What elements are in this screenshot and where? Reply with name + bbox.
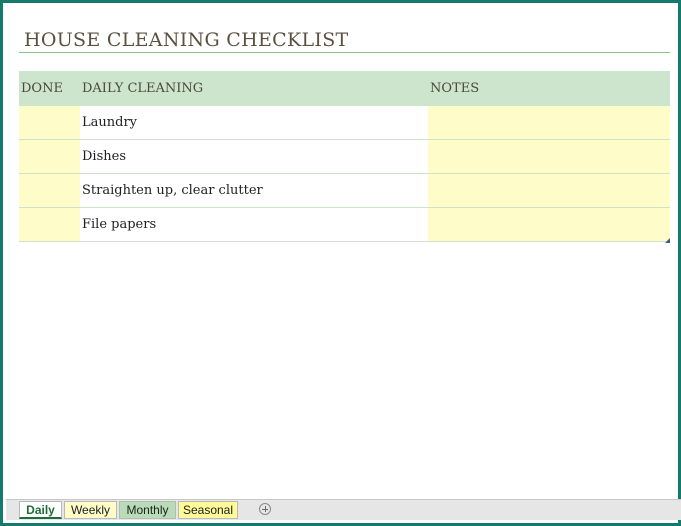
task-cell[interactable]: Laundry bbox=[80, 106, 428, 139]
table-row: Dishes bbox=[19, 140, 670, 174]
sheet-title: HOUSE CLEANING CHECKLIST bbox=[24, 29, 349, 51]
header-notes[interactable]: NOTES bbox=[430, 81, 479, 96]
task-label: Laundry bbox=[82, 115, 138, 130]
tab-weekly[interactable]: Weekly bbox=[64, 501, 117, 519]
title-underline bbox=[19, 52, 670, 53]
notes-cell[interactable] bbox=[428, 174, 670, 207]
task-cell[interactable]: File papers bbox=[80, 208, 428, 241]
table-row: Straighten up, clear clutter bbox=[19, 174, 670, 208]
task-label: Straighten up, clear clutter bbox=[82, 183, 263, 198]
done-cell[interactable] bbox=[19, 208, 80, 241]
task-cell[interactable]: Straighten up, clear clutter bbox=[80, 174, 428, 207]
table-row: File papers bbox=[19, 208, 670, 242]
sheet-tab-bar: Daily Weekly Monthly Seasonal bbox=[6, 499, 681, 520]
task-label: File papers bbox=[82, 217, 157, 232]
done-cell[interactable] bbox=[19, 106, 80, 139]
plus-circle-icon[interactable] bbox=[259, 503, 271, 515]
table-resize-handle-icon[interactable] bbox=[665, 238, 670, 243]
task-cell[interactable]: Dishes bbox=[80, 140, 428, 173]
task-label: Dishes bbox=[82, 149, 126, 164]
notes-cell[interactable] bbox=[428, 208, 670, 241]
tab-monthly[interactable]: Monthly bbox=[119, 501, 176, 519]
checklist-table: DONE DAILY CLEANING NOTES Laundry Dishes… bbox=[19, 71, 670, 242]
notes-cell[interactable] bbox=[428, 140, 670, 173]
table-row: Laundry bbox=[19, 106, 670, 140]
done-cell[interactable] bbox=[19, 174, 80, 207]
tab-seasonal[interactable]: Seasonal bbox=[178, 501, 238, 519]
done-cell[interactable] bbox=[19, 140, 80, 173]
window-frame: HOUSE CLEANING CHECKLIST DONE DAILY CLEA… bbox=[0, 0, 681, 526]
tab-daily[interactable]: Daily bbox=[19, 501, 62, 519]
notes-cell[interactable] bbox=[428, 106, 670, 139]
table-header-row: DONE DAILY CLEANING NOTES bbox=[19, 71, 670, 106]
header-done[interactable]: DONE bbox=[21, 81, 63, 96]
header-daily-cleaning[interactable]: DAILY CLEANING bbox=[82, 81, 203, 96]
